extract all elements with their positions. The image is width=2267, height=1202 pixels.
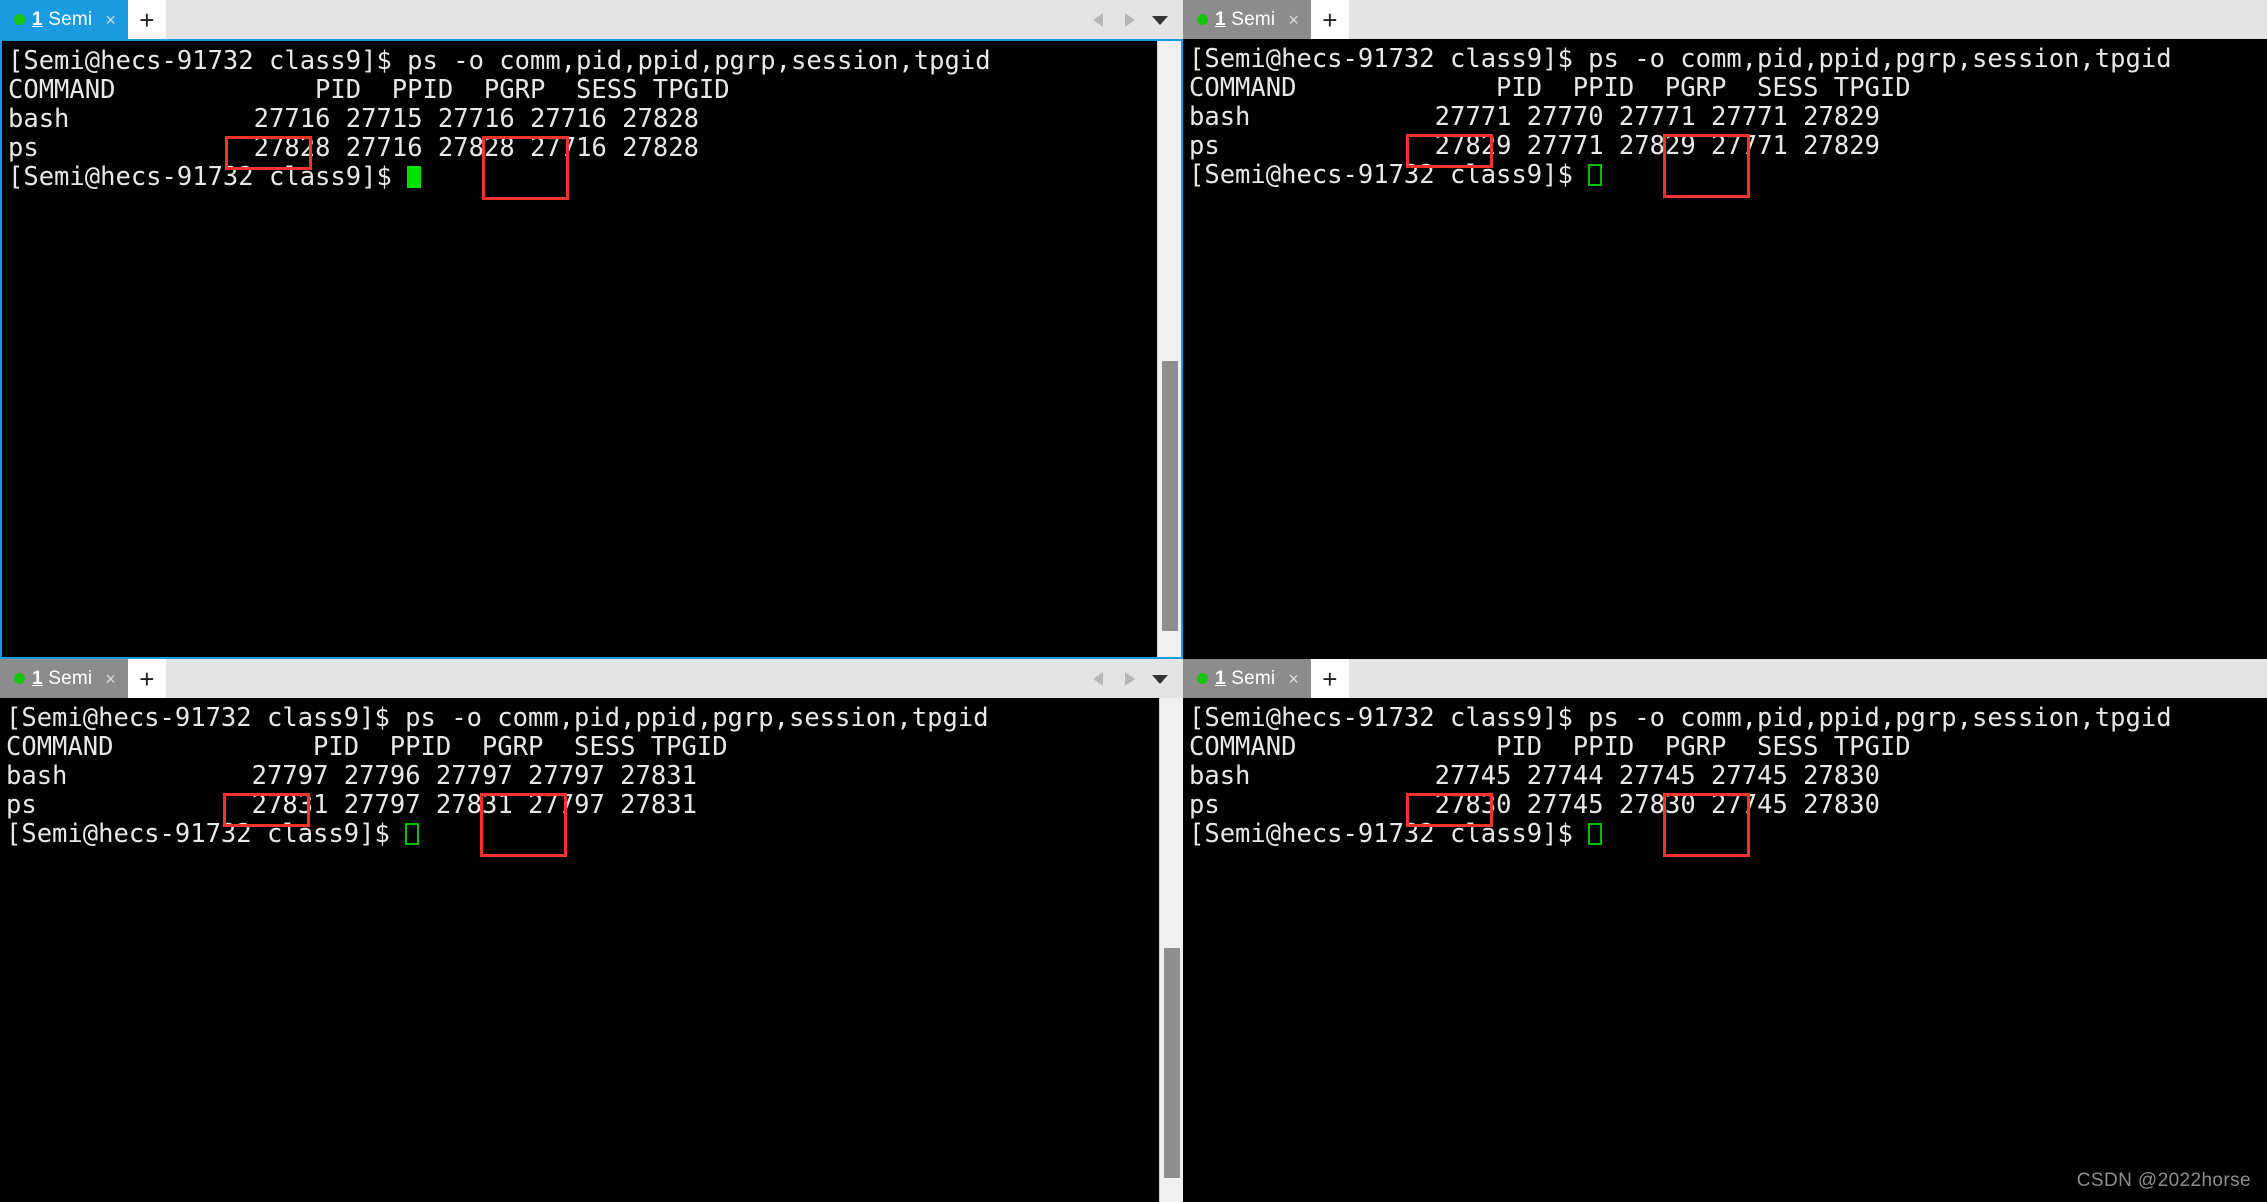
watermark: CSDN @2022horse: [2076, 1170, 2251, 1191]
tabbar-bottom-right: 1 Semi × +: [1183, 659, 2267, 698]
tab-semi-top-right[interactable]: 1 Semi ×: [1183, 0, 1311, 39]
tab-label: 1 Semi: [32, 668, 92, 690]
close-icon[interactable]: ×: [105, 11, 116, 29]
tab-label: 1 Semi: [1215, 668, 1275, 690]
terminal-header-line: COMMAND PID PPID PGRP SESS TPGID: [1189, 732, 1911, 762]
tabbar-spacer: [1348, 0, 2267, 39]
tabbar-spacer: [165, 0, 1091, 39]
terminal-cursor: [407, 166, 422, 188]
terminal-row-ps: ps 27829 27771 27829 27771 27829: [1189, 131, 1880, 161]
triangle-right-icon[interactable]: [1121, 11, 1137, 29]
terminal-row-bash: bash 27797 27796 27797 27797 27831: [6, 761, 697, 791]
status-dot-green-icon: [1197, 14, 1208, 25]
tabbar-top-left: 1 Semi × +: [0, 0, 1183, 39]
tabbar-controls: [1091, 659, 1183, 698]
terminal-prompt-line: [Semi@hecs-91732 class9]$: [8, 163, 1157, 192]
terminal-panel-bottom-right: 1 Semi × + [Semi@hecs-91732 class9]$ ps …: [1183, 659, 2267, 1202]
status-dot-green-icon: [14, 673, 25, 684]
terminal-command-line: [Semi@hecs-91732 class9]$ ps -o comm,pid…: [8, 46, 991, 76]
terminal-row-bash: bash 27745 27744 27745 27745 27830: [1189, 761, 1880, 791]
tab-index: 1: [1215, 667, 1226, 689]
tab-name: Semi: [48, 8, 93, 30]
tab-semi-bottom-left[interactable]: 1 Semi ×: [0, 659, 128, 698]
new-tab-button[interactable]: +: [127, 0, 166, 39]
tabbar-bottom-left: 1 Semi × +: [0, 659, 1183, 698]
terminal-header-line: COMMAND PID PPID PGRP SESS TPGID: [6, 732, 728, 762]
status-dot-green-icon: [14, 14, 25, 25]
triangle-left-icon[interactable]: [1091, 670, 1107, 688]
terminal-header-line: COMMAND PID PPID PGRP SESS TPGID: [1189, 73, 1911, 103]
terminal-command-line: [Semi@hecs-91732 class9]$ ps -o comm,pid…: [6, 703, 989, 733]
terminal-prompt-line: [Semi@hecs-91732 class9]$: [1189, 820, 2267, 849]
vertical-scrollbar-bottom-left[interactable]: [1159, 698, 1183, 1202]
chevron-down-icon[interactable]: [1151, 14, 1169, 26]
terminal-prompt-line: [Semi@hecs-91732 class9]$: [1189, 161, 2267, 190]
terminal-header-line: COMMAND PID PPID PGRP SESS TPGID: [8, 75, 730, 105]
new-tab-button[interactable]: +: [1310, 659, 1349, 698]
triangle-left-icon[interactable]: [1091, 11, 1107, 29]
tabbar-spacer: [165, 659, 1091, 698]
tab-index: 1: [1215, 8, 1226, 30]
triangle-right-icon[interactable]: [1121, 670, 1137, 688]
tabbar-controls: [1091, 0, 1183, 39]
new-tab-button[interactable]: +: [127, 659, 166, 698]
tabbar-spacer: [1348, 659, 2267, 698]
tab-index: 1: [32, 667, 43, 689]
terminal-output-bottom-left[interactable]: [Semi@hecs-91732 class9]$ ps -o comm,pid…: [0, 698, 1159, 1202]
terminal-row-bash: bash 27771 27770 27771 27771 27829: [1189, 102, 1880, 132]
tab-name: Semi: [48, 667, 93, 689]
close-icon[interactable]: ×: [1288, 11, 1299, 29]
tabbar-top-right: 1 Semi × +: [1183, 0, 2267, 39]
tab-semi-bottom-right[interactable]: 1 Semi ×: [1183, 659, 1311, 698]
desktop-root: 1 Semi × + [Semi@hecs-91732 class9]$ ps …: [0, 0, 2267, 1202]
terminal-output-top-right[interactable]: [Semi@hecs-91732 class9]$ ps -o comm,pid…: [1183, 39, 2267, 659]
close-icon[interactable]: ×: [1288, 670, 1299, 688]
terminal-prompt-line: [Semi@hecs-91732 class9]$: [6, 820, 1159, 849]
tab-name: Semi: [1231, 8, 1276, 30]
tab-name: Semi: [1231, 667, 1276, 689]
terminal-row-ps: ps 27831 27797 27831 27797 27831: [6, 790, 697, 820]
close-icon[interactable]: ×: [105, 670, 116, 688]
terminal-body-bottom-left: [Semi@hecs-91732 class9]$ ps -o comm,pid…: [0, 698, 1183, 1202]
scrollbar-thumb[interactable]: [1162, 361, 1178, 631]
terminal-output-top-left[interactable]: [Semi@hecs-91732 class9]$ ps -o comm,pid…: [2, 41, 1157, 657]
terminal-body-bottom-right: [Semi@hecs-91732 class9]$ ps -o comm,pid…: [1183, 698, 2267, 1202]
terminal-body-top-right: [Semi@hecs-91732 class9]$ ps -o comm,pid…: [1183, 39, 2267, 659]
chevron-down-icon[interactable]: [1151, 673, 1169, 685]
terminal-output-bottom-right[interactable]: [Semi@hecs-91732 class9]$ ps -o comm,pid…: [1183, 698, 2267, 1202]
status-dot-green-icon: [1197, 673, 1208, 684]
terminal-row-ps: ps 27828 27716 27828 27716 27828: [8, 133, 699, 163]
terminal-panel-bottom-left: 1 Semi × + [Semi@hecs-91732 class9]$ ps …: [0, 659, 1183, 1202]
terminal-cursor: [405, 823, 420, 845]
terminal-cursor: [1588, 823, 1603, 845]
terminal-cursor: [1588, 164, 1603, 186]
scrollbar-thumb[interactable]: [1164, 948, 1180, 1178]
terminal-panel-top-left: 1 Semi × + [Semi@hecs-91732 class9]$ ps …: [0, 0, 1183, 659]
terminal-command-line: [Semi@hecs-91732 class9]$ ps -o comm,pid…: [1189, 44, 2172, 74]
terminal-panel-top-right: 1 Semi × + [Semi@hecs-91732 class9]$ ps …: [1183, 0, 2267, 659]
terminal-row-ps: ps 27830 27745 27830 27745 27830: [1189, 790, 1880, 820]
tab-label: 1 Semi: [32, 9, 92, 31]
terminal-body-top-left: [Semi@hecs-91732 class9]$ ps -o comm,pid…: [0, 39, 1183, 659]
terminal-command-line: [Semi@hecs-91732 class9]$ ps -o comm,pid…: [1189, 703, 2172, 733]
tab-label: 1 Semi: [1215, 9, 1275, 31]
tab-semi-top-left[interactable]: 1 Semi ×: [0, 0, 128, 39]
vertical-scrollbar-top-left[interactable]: [1157, 41, 1181, 657]
terminal-row-bash: bash 27716 27715 27716 27716 27828: [8, 104, 699, 134]
tab-index: 1: [32, 8, 43, 30]
new-tab-button[interactable]: +: [1310, 0, 1349, 39]
